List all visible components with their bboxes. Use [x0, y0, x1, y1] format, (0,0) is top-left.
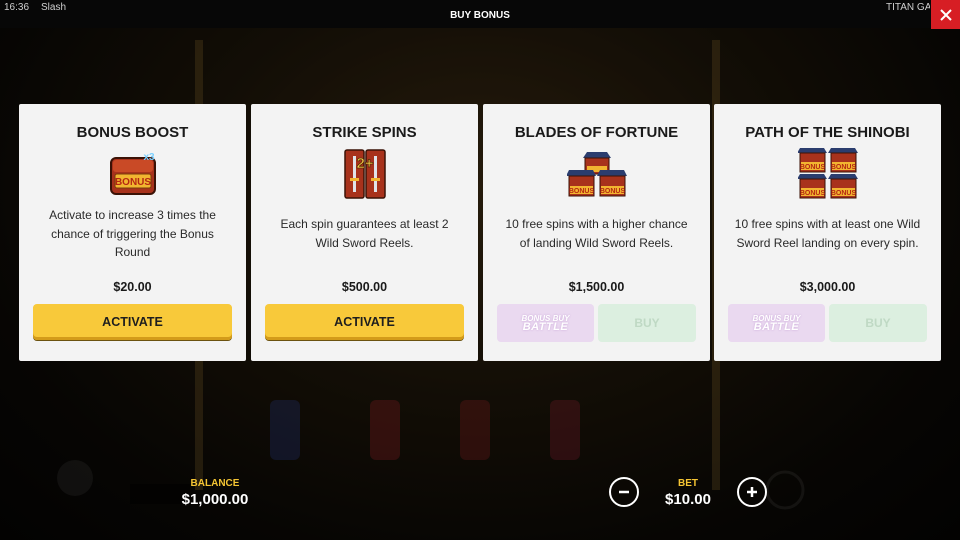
card-description: Activate to increase 3 times the chance …: [49, 208, 216, 259]
svg-text:BONUS: BONUS: [799, 190, 825, 197]
increase-bet-button[interactable]: [737, 477, 767, 507]
svg-text:x3: x3: [143, 152, 155, 163]
minus-icon: [619, 490, 629, 494]
card-price: $500.00: [341, 280, 388, 294]
strike-spins-card: STRIKE SPINS 2+ Each spin guarantees at …: [251, 104, 478, 361]
activate-button[interactable]: ACTIVATE: [265, 304, 464, 340]
bonus-buy-battle-logo: BONUS BUY BATTLE: [752, 314, 801, 333]
card-price: $20.00: [113, 280, 152, 294]
decrease-bet-button[interactable]: [609, 477, 639, 507]
bonus-buy-battle-logo: BONUS BUY BATTLE: [521, 314, 570, 333]
card-price: $1,500.00: [568, 280, 625, 294]
path-of-the-shinobi-card: PATH OF THE SHINOBI BONUS BONUS BONUS BO…: [714, 104, 941, 361]
svg-text:BONUS: BONUS: [830, 190, 856, 197]
card-description: 10 free spins with at least one Wild Swo…: [734, 217, 921, 250]
card-description: Each spin guarantees at least 2 Wild Swo…: [280, 217, 449, 250]
svg-text:2+: 2+: [356, 155, 373, 172]
wild-swords-2plus-icon: 2+: [343, 149, 386, 199]
close-icon: [939, 8, 952, 21]
bonus-buy-battle-button[interactable]: BONUS BUY BATTLE: [728, 304, 825, 342]
plus-icon: [747, 487, 757, 497]
card-title: STRIKE SPINS: [312, 124, 417, 141]
svg-text:BONUS: BONUS: [599, 188, 625, 195]
balance-value: $1,000.00: [181, 491, 249, 508]
page-title: BUY BONUS: [450, 10, 510, 21]
card-title: BLADES OF FORTUNE: [514, 124, 679, 141]
card-title: BONUS BOOST: [76, 124, 189, 141]
balance-label: BALANCE: [190, 478, 240, 489]
blades-of-fortune-card: BLADES OF FORTUNE BONUS BONUS 10 free sp…: [483, 104, 710, 361]
buy-button[interactable]: BUY: [829, 304, 927, 342]
bet-label: BET: [678, 478, 698, 489]
four-pagoda-bonus-icon: BONUS BONUS BONUS BONUS: [797, 148, 858, 199]
buy-button[interactable]: BUY: [598, 304, 696, 342]
brand-name: TITAN GA: [886, 2, 930, 13]
activate-button[interactable]: ACTIVATE: [33, 304, 232, 340]
svg-text:BONUS: BONUS: [114, 177, 150, 188]
close-button[interactable]: [931, 0, 960, 29]
card-title: PATH OF THE SHINOBI: [745, 124, 910, 141]
bonus-boost-card: BONUS BOOST BONUS x3 Activate to increas…: [19, 104, 246, 361]
svg-text:BONUS: BONUS: [568, 188, 594, 195]
svg-text:BONUS: BONUS: [830, 164, 856, 171]
three-pagoda-bonus-icon: BONUS BONUS: [566, 152, 627, 197]
bet-value: $10.00: [665, 491, 711, 508]
card-price: $3,000.00: [799, 280, 856, 294]
card-description: 10 free spins with a higher chance of la…: [505, 217, 688, 250]
top-bar: 16:36 Slash BUY BONUS TITAN GA: [0, 0, 960, 28]
bonus-chest-x3-icon: BONUS x3: [109, 152, 156, 195]
bonus-buy-battle-button[interactable]: BONUS BUY BATTLE: [497, 304, 594, 342]
svg-text:BONUS: BONUS: [799, 164, 825, 171]
